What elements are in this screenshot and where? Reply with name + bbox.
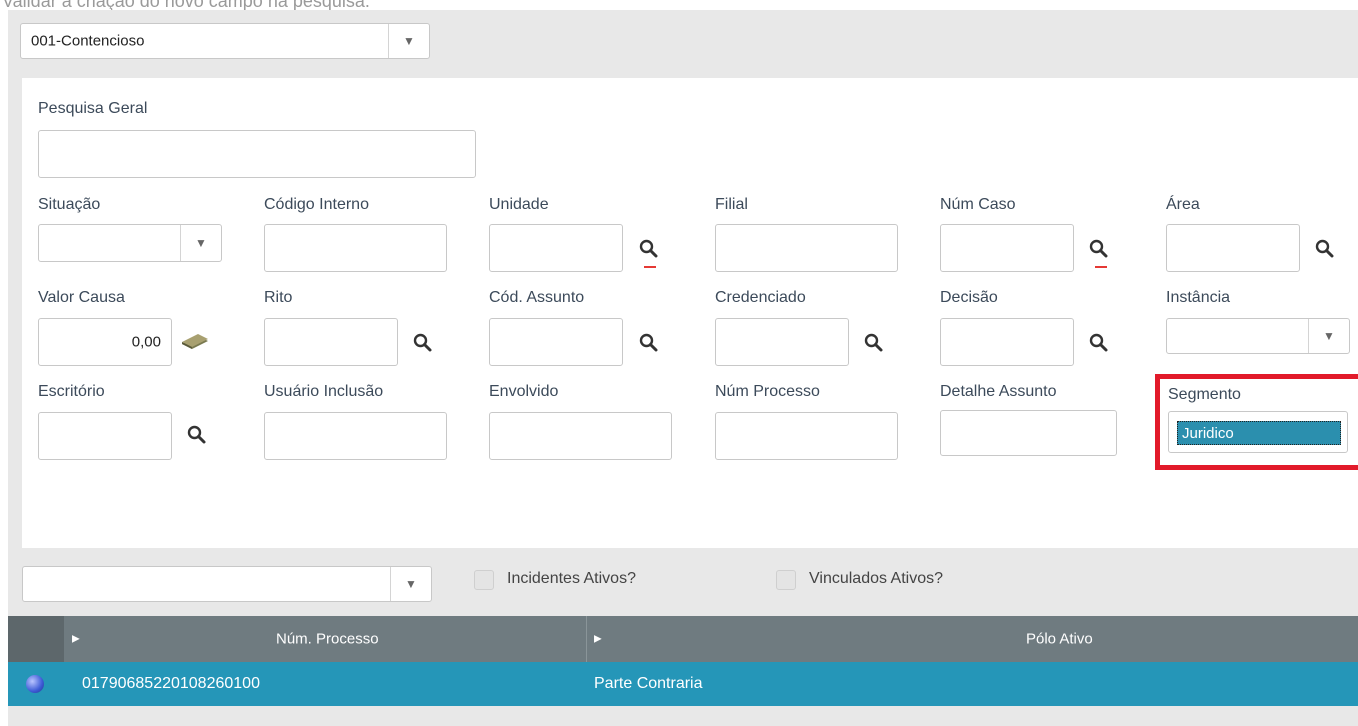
grid-filter-select[interactable]: ▼ — [22, 566, 432, 602]
unidade-input[interactable] — [489, 224, 623, 272]
top-bar: 001-Contencioso ▼ — [8, 10, 1358, 78]
search-icon[interactable] — [186, 424, 208, 446]
cod-assunto-label: Cód. Assunto — [489, 289, 585, 306]
rito-label: Rito — [264, 289, 293, 306]
num-processo-label: Núm Processo — [715, 383, 820, 400]
status-dot-icon — [26, 675, 44, 693]
chevron-down-icon[interactable]: ▼ — [390, 567, 431, 601]
chevron-down-icon[interactable]: ▼ — [388, 24, 429, 58]
codigo-interno-input[interactable] — [264, 224, 447, 272]
filial-label: Filial — [715, 196, 748, 213]
search-icon[interactable] — [863, 332, 885, 354]
search-icon[interactable] — [1314, 238, 1336, 260]
codigo-interno-label: Código Interno — [264, 196, 369, 213]
column-header-polo-ativo[interactable]: ▶ Pólo Ativo — [586, 616, 1358, 662]
instancia-label: Instância — [1166, 289, 1231, 306]
search-icon[interactable] — [412, 332, 434, 354]
row-num-processo: 01790685220108260100 — [82, 675, 260, 692]
chevron-down-icon[interactable]: ▼ — [1308, 319, 1349, 353]
valor-causa-input[interactable]: 0,00 — [38, 318, 172, 366]
incidentes-ativos-label: Incidentes Ativos? — [507, 570, 636, 587]
config-select[interactable]: 001-Contencioso ▼ — [20, 23, 430, 59]
config-select-value: 001-Contencioso — [31, 32, 145, 50]
grid-header: ▶ Núm. Processo ▶ Pólo Ativo — [8, 616, 1358, 662]
table-row[interactable]: 01790685220108260100 Parte Contraria — [8, 662, 1358, 706]
usuario-inclusao-label: Usuário Inclusão — [264, 383, 384, 400]
row-polo-ativo: Parte Contraria — [594, 675, 703, 692]
envolvido-input[interactable] — [489, 412, 672, 460]
detalhe-assunto-label: Detalhe Assunto — [940, 383, 1057, 400]
valor-causa-value: 0,00 — [131, 333, 161, 351]
column-header-label: Pólo Ativo — [1026, 630, 1093, 648]
rito-input[interactable] — [264, 318, 398, 366]
grid-select-column[interactable] — [8, 616, 64, 662]
search-icon[interactable] — [638, 332, 660, 354]
incidentes-ativos-checkbox[interactable] — [474, 570, 494, 590]
money-icon[interactable] — [180, 332, 210, 352]
unidade-label: Unidade — [489, 196, 549, 213]
search-icon[interactable] — [1088, 332, 1110, 354]
caret-right-icon: ▶ — [72, 633, 80, 645]
vinculados-ativos-checkbox[interactable] — [776, 570, 796, 590]
usuario-inclusao-input[interactable] — [264, 412, 447, 460]
segmento-field[interactable]: Juridico — [1168, 411, 1348, 453]
situacao-select[interactable]: ▼ — [38, 224, 222, 262]
credenciado-input[interactable] — [715, 318, 849, 366]
num-processo-input[interactable] — [715, 412, 898, 460]
search-icon[interactable] — [638, 238, 660, 260]
num-caso-input[interactable] — [940, 224, 1074, 272]
num-caso-label: Núm Caso — [940, 196, 1016, 213]
envolvido-label: Envolvido — [489, 383, 559, 400]
decisao-input[interactable] — [940, 318, 1074, 366]
pesquisa-geral-input[interactable] — [38, 130, 476, 178]
filial-input[interactable] — [715, 224, 898, 272]
pesquisa-geral-label: Pesquisa Geral — [38, 100, 148, 117]
situacao-label: Situação — [38, 196, 101, 213]
search-panel: 001-Contencioso ▼ Pesquisa Geral Situaçã… — [8, 10, 1358, 726]
column-header-label: Núm. Processo — [276, 630, 379, 648]
detalhe-assunto-input[interactable] — [940, 410, 1117, 456]
valor-causa-label: Valor Causa — [38, 289, 125, 306]
credenciado-label: Credenciado — [715, 289, 806, 306]
caret-right-icon: ▶ — [594, 633, 602, 645]
vinculados-ativos-label: Vinculados Ativos? — [809, 570, 944, 587]
required-mark — [644, 266, 656, 268]
cod-assunto-input[interactable] — [489, 318, 623, 366]
area-label: Área — [1166, 196, 1200, 213]
area-input[interactable] — [1166, 224, 1300, 272]
escritorio-label: Escritório — [38, 383, 105, 400]
decisao-label: Decisão — [940, 289, 998, 306]
column-header-num-processo[interactable]: ▶ Núm. Processo — [64, 616, 587, 662]
segmento-selected-value[interactable]: Juridico — [1177, 421, 1341, 445]
search-icon[interactable] — [1088, 238, 1110, 260]
escritorio-input[interactable] — [38, 412, 172, 460]
instancia-select[interactable]: ▼ — [1166, 318, 1350, 354]
chevron-down-icon[interactable]: ▼ — [180, 225, 221, 261]
required-mark — [1095, 266, 1107, 268]
